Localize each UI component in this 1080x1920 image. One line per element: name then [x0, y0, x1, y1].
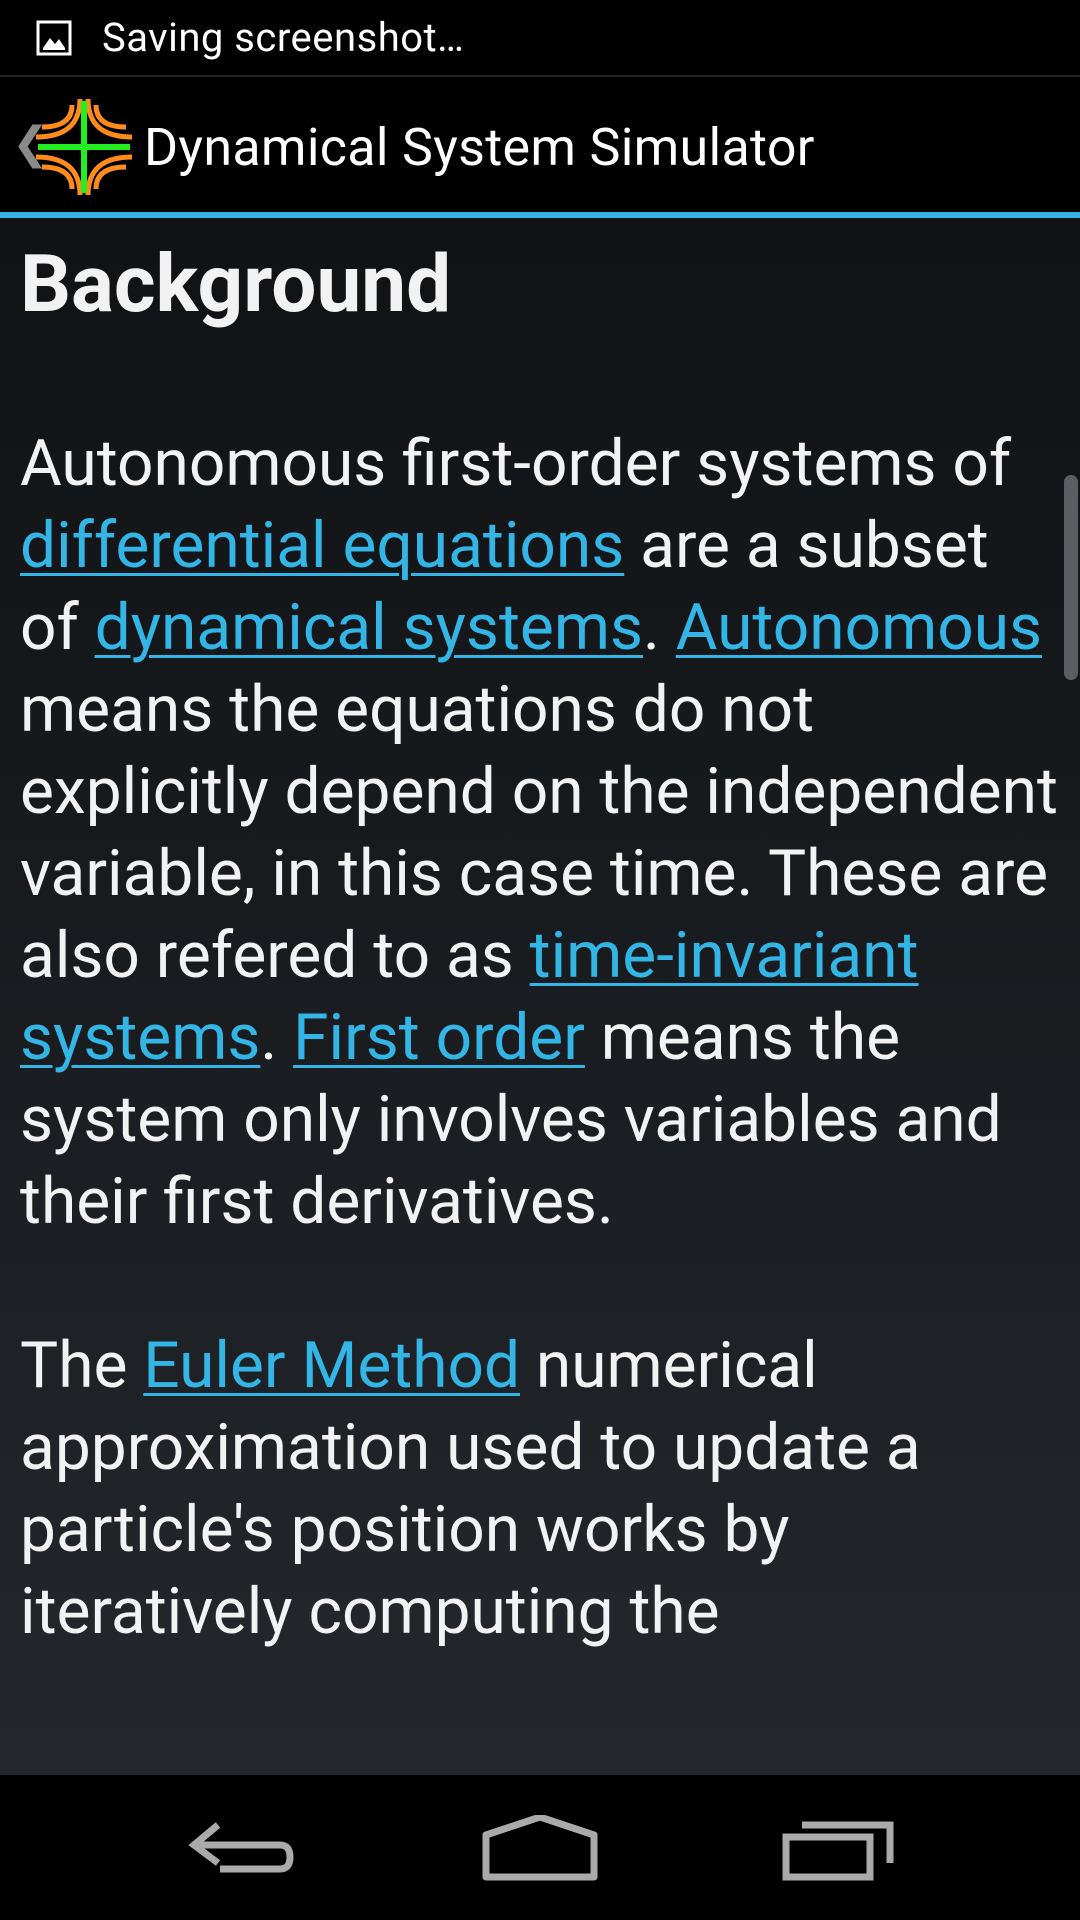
link-differential-equations[interactable]: differential equations	[20, 508, 624, 583]
back-icon[interactable]	[180, 1815, 300, 1885]
navigation-bar	[0, 1775, 1080, 1920]
status-bar: Saving screenshot…	[0, 0, 1080, 75]
para1-text-5: .	[260, 1000, 294, 1075]
home-icon[interactable]	[480, 1815, 600, 1885]
link-dynamical-systems[interactable]: dynamical systems	[95, 590, 643, 665]
action-bar: ❮ Dynamical System Simulator	[0, 75, 1080, 217]
content-scroll-area[interactable]: Background Autonomous first-order system…	[0, 218, 1080, 1775]
para1-text-3: .	[642, 590, 676, 665]
recent-apps-icon[interactable]	[780, 1815, 900, 1885]
link-first-order[interactable]: First order	[293, 1000, 585, 1075]
link-euler-method[interactable]: Euler Method	[143, 1328, 520, 1403]
scrollbar-thumb[interactable]	[1064, 475, 1078, 680]
chevron-left-icon[interactable]: ❮	[12, 121, 49, 165]
link-autonomous[interactable]: Autonomous	[676, 590, 1042, 665]
status-notification-text: Saving screenshot…	[102, 14, 465, 61]
page-heading: Background	[20, 237, 452, 331]
app-title: Dynamical System Simulator	[144, 116, 815, 178]
app-logo-icon[interactable]	[34, 97, 134, 197]
paragraph-euler: The Euler Method numerical approximation…	[20, 1325, 1060, 1653]
paragraph-background: Autonomous first-order systems of differ…	[20, 423, 1060, 1243]
image-icon	[36, 20, 72, 55]
para2-text-1: The	[20, 1328, 144, 1403]
para1-text-1: Autonomous first-order systems of	[20, 426, 1012, 501]
